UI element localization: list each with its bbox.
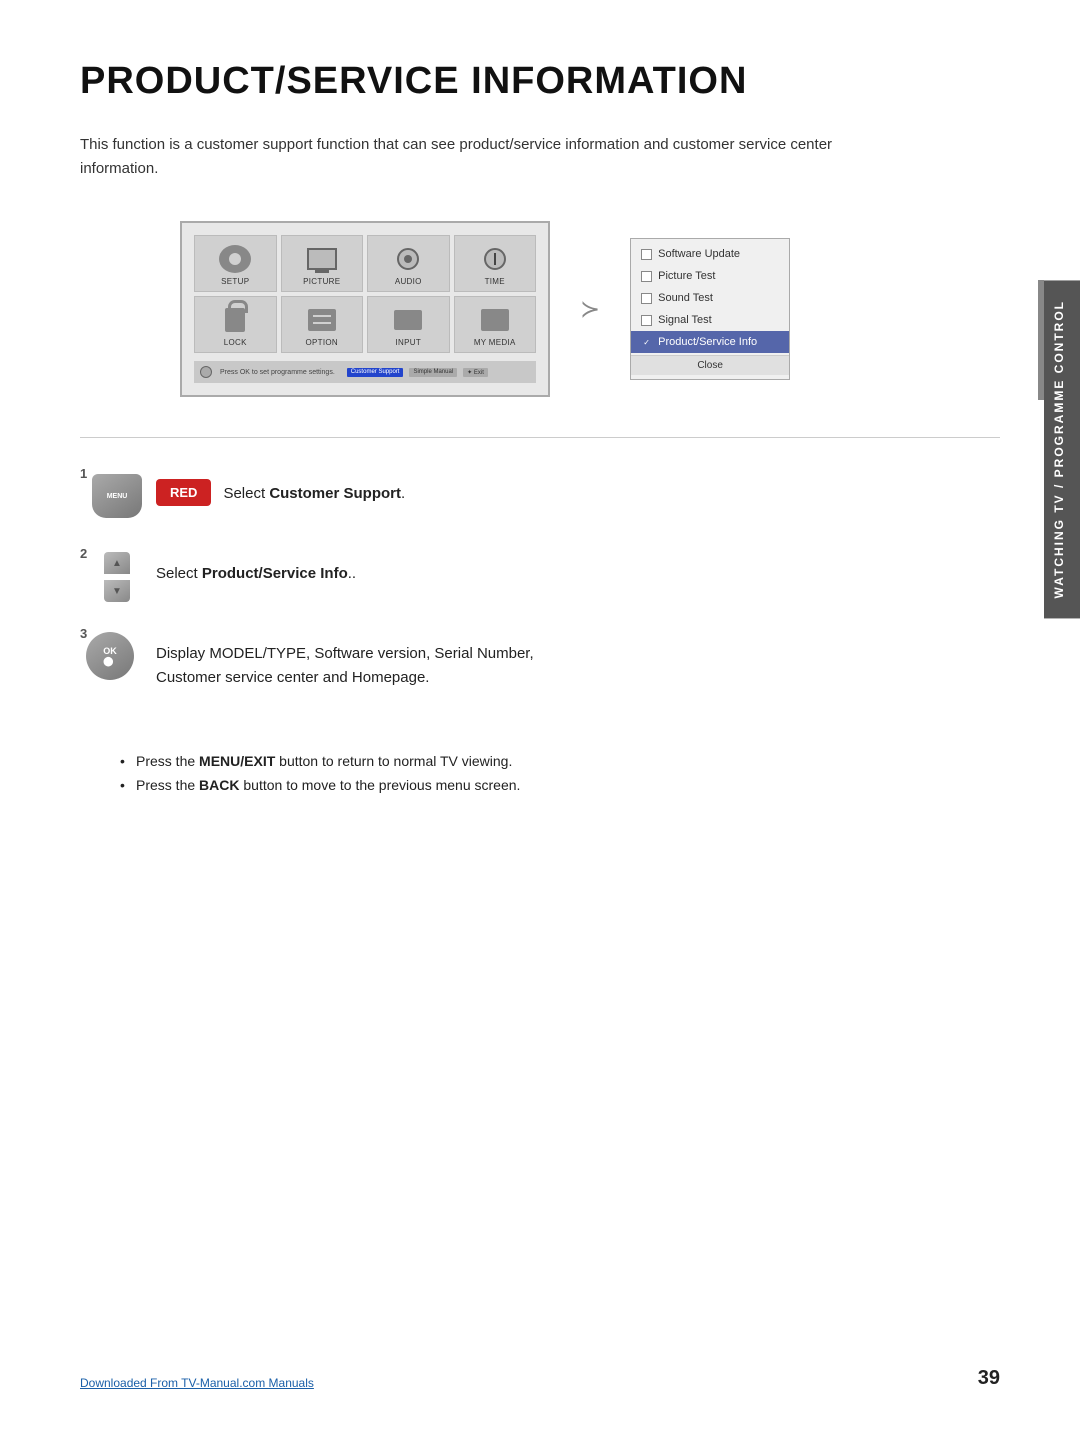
page-title: PRODUCT/SERVICE INFORMATION bbox=[80, 60, 1000, 103]
tv-bottom-bar: Press OK to set programme settings. Cust… bbox=[194, 361, 536, 383]
checkbox-picture bbox=[641, 271, 652, 282]
checkbox-sound bbox=[641, 293, 652, 304]
checkbox-signal bbox=[641, 315, 652, 326]
step-2-badge: 2 ▲ ▼ bbox=[80, 548, 140, 608]
step-3-number: 3 bbox=[80, 626, 87, 641]
menu-item-picture: PICTURE bbox=[281, 235, 364, 292]
option-icon bbox=[304, 305, 340, 335]
time-icon bbox=[477, 244, 513, 274]
tv-screen: SETUP PICTURE AUDIO bbox=[180, 221, 550, 397]
menu-label-setup: SETUP bbox=[221, 277, 249, 286]
menu-label-mymedia: MY MEDIA bbox=[474, 338, 516, 347]
side-tab: WATCHING TV / PROGRAMME CONTROL bbox=[1044, 280, 1080, 618]
lock-icon bbox=[217, 305, 253, 335]
menu-label-audio: AUDIO bbox=[395, 277, 422, 286]
menu-item-time: TIME bbox=[454, 235, 537, 292]
ok-button-label: OK⬤ bbox=[103, 646, 117, 667]
audio-icon bbox=[390, 244, 426, 274]
color-btn-exit: ✦ Exit bbox=[463, 368, 488, 377]
step-1-number: 1 bbox=[80, 466, 87, 481]
nav-button[interactable]: ▲ ▼ bbox=[92, 552, 142, 602]
menu-label-time: TIME bbox=[485, 277, 505, 286]
menu-item-audio: AUDIO bbox=[367, 235, 450, 292]
checkmark-product: ✓ bbox=[641, 337, 652, 348]
step-3-row: 3 OK⬤ Display MODEL/TYPE, Software versi… bbox=[80, 628, 1000, 690]
note-2: Press the BACK button to move to the pre… bbox=[120, 774, 1000, 798]
submenu-label-picture: Picture Test bbox=[658, 270, 715, 282]
tv-submenu: Software Update Picture Test Sound Test … bbox=[630, 238, 790, 380]
menu-label-input: INPUT bbox=[396, 338, 422, 347]
color-btn-gray: Simple Manual bbox=[409, 368, 457, 377]
nav-up-icon: ▲ bbox=[104, 552, 130, 574]
checkbox-software bbox=[641, 249, 652, 260]
steps-area: 1 MENU RED Select Customer Support. 2 ▲ … bbox=[80, 468, 1000, 690]
step-2-number: 2 bbox=[80, 546, 87, 561]
submenu-label-signal: Signal Test bbox=[658, 314, 712, 326]
page-content: PRODUCT/SERVICE INFORMATION This functio… bbox=[0, 0, 1080, 858]
submenu-item-picture: Picture Test bbox=[631, 265, 789, 287]
submenu-item-software: Software Update bbox=[631, 243, 789, 265]
tv-ui-area: SETUP PICTURE AUDIO bbox=[180, 221, 1000, 397]
section-divider bbox=[80, 437, 1000, 438]
nav-down-icon: ▼ bbox=[104, 580, 130, 602]
submenu-item-sound: Sound Test bbox=[631, 287, 789, 309]
menu-item-lock: LOCK bbox=[194, 296, 277, 353]
step-3-text: Display MODEL/TYPE, Software version, Se… bbox=[156, 628, 534, 690]
tv-menu-grid: SETUP PICTURE AUDIO bbox=[194, 235, 536, 353]
red-button[interactable]: RED bbox=[156, 479, 211, 506]
color-btn-blue: Customer Support bbox=[347, 368, 404, 377]
mymedia-icon bbox=[477, 305, 513, 335]
notes-area: Press the MENU/EXIT button to return to … bbox=[80, 750, 1000, 798]
step-3-badge: 3 OK⬤ bbox=[80, 628, 140, 688]
submenu-label-software: Software Update bbox=[658, 248, 740, 260]
note-1: Press the MENU/EXIT button to return to … bbox=[120, 750, 1000, 774]
page-number: 39 bbox=[978, 1367, 1000, 1390]
menu-label-lock: LOCK bbox=[224, 338, 247, 347]
footer-link[interactable]: Downloaded From TV-Manual.com Manuals bbox=[80, 1376, 314, 1390]
step-1-content: RED Select Customer Support. bbox=[156, 468, 405, 506]
right-arrow-icon: ≻ bbox=[580, 295, 600, 324]
step-1-badge: 1 MENU bbox=[80, 468, 140, 528]
menu-label-picture: PICTURE bbox=[303, 277, 340, 286]
menu-label-option: OPTION bbox=[306, 338, 338, 347]
tv-bottom-colors: Customer Support Simple Manual ✦ Exit bbox=[347, 368, 488, 377]
submenu-label-product: Product/Service Info bbox=[658, 336, 757, 348]
submenu-close: Close bbox=[631, 355, 789, 375]
page-description: This function is a customer support func… bbox=[80, 133, 900, 181]
step-1-text: Select Customer Support. bbox=[223, 468, 405, 506]
bottom-bar-text: Press OK to set programme settings. bbox=[220, 369, 335, 376]
picture-icon bbox=[304, 244, 340, 274]
menu-item-option: OPTION bbox=[281, 296, 364, 353]
step-2-row: 2 ▲ ▼ Select Product/Service Info.. bbox=[80, 548, 1000, 608]
submenu-item-product: ✓ Product/Service Info bbox=[631, 331, 789, 353]
step-2-text: Select Product/Service Info.. bbox=[156, 548, 356, 586]
submenu-label-sound: Sound Test bbox=[658, 292, 713, 304]
menu-button-label: MENU bbox=[107, 493, 128, 500]
input-icon bbox=[390, 305, 426, 335]
ok-button[interactable]: OK⬤ bbox=[86, 632, 134, 680]
menu-button[interactable]: MENU bbox=[92, 474, 142, 518]
menu-item-mymedia: MY MEDIA bbox=[454, 296, 537, 353]
setup-icon bbox=[217, 244, 253, 274]
side-accent bbox=[1038, 280, 1044, 400]
menu-item-input: INPUT bbox=[367, 296, 450, 353]
submenu-item-signal: Signal Test bbox=[631, 309, 789, 331]
press-icon bbox=[200, 366, 212, 378]
menu-item-setup: SETUP bbox=[194, 235, 277, 292]
step-1-row: 1 MENU RED Select Customer Support. bbox=[80, 468, 1000, 528]
